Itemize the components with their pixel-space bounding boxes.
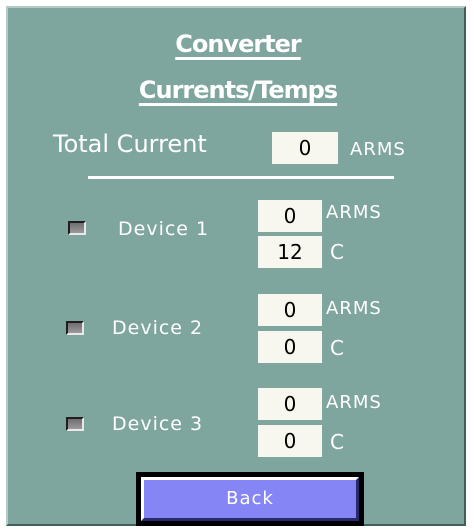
device-1-current-unit: ARMS	[326, 202, 382, 223]
device-2-current-unit: ARMS	[326, 298, 382, 319]
device-1-temp-unit: C	[330, 240, 345, 264]
device-1-temp-value: 12	[258, 236, 322, 268]
device-1-label: Device 1	[118, 218, 210, 240]
device-2-indicator-icon	[66, 321, 84, 335]
total-current-value: 0	[272, 132, 338, 164]
page-title-line2: Currents/Temps	[138, 76, 338, 104]
total-current-unit: ARMS	[350, 139, 406, 160]
page-title-line1: Converter	[175, 30, 302, 58]
divider	[88, 176, 394, 179]
device-3-current-unit: ARMS	[326, 392, 382, 413]
device-2-current-value: 0	[258, 294, 322, 326]
device-2-label: Device 2	[112, 317, 204, 339]
device-2-temp-unit: C	[330, 336, 345, 360]
device-3-indicator-icon	[66, 417, 84, 431]
device-3-current-value: 0	[258, 388, 322, 420]
device-1-indicator-icon	[68, 221, 86, 235]
device-3-temp-unit: C	[330, 430, 345, 454]
device-2-temp-value: 0	[258, 331, 322, 363]
back-button[interactable]: Back	[136, 472, 364, 526]
total-current-label: Total Current	[53, 130, 207, 158]
converter-panel: Converter Currents/Temps Total Current 0…	[6, 6, 466, 526]
device-3-label: Device 3	[112, 413, 204, 435]
device-1-current-value: 0	[258, 200, 322, 232]
back-button-label: Back	[141, 477, 359, 521]
device-3-temp-value: 0	[258, 425, 322, 457]
